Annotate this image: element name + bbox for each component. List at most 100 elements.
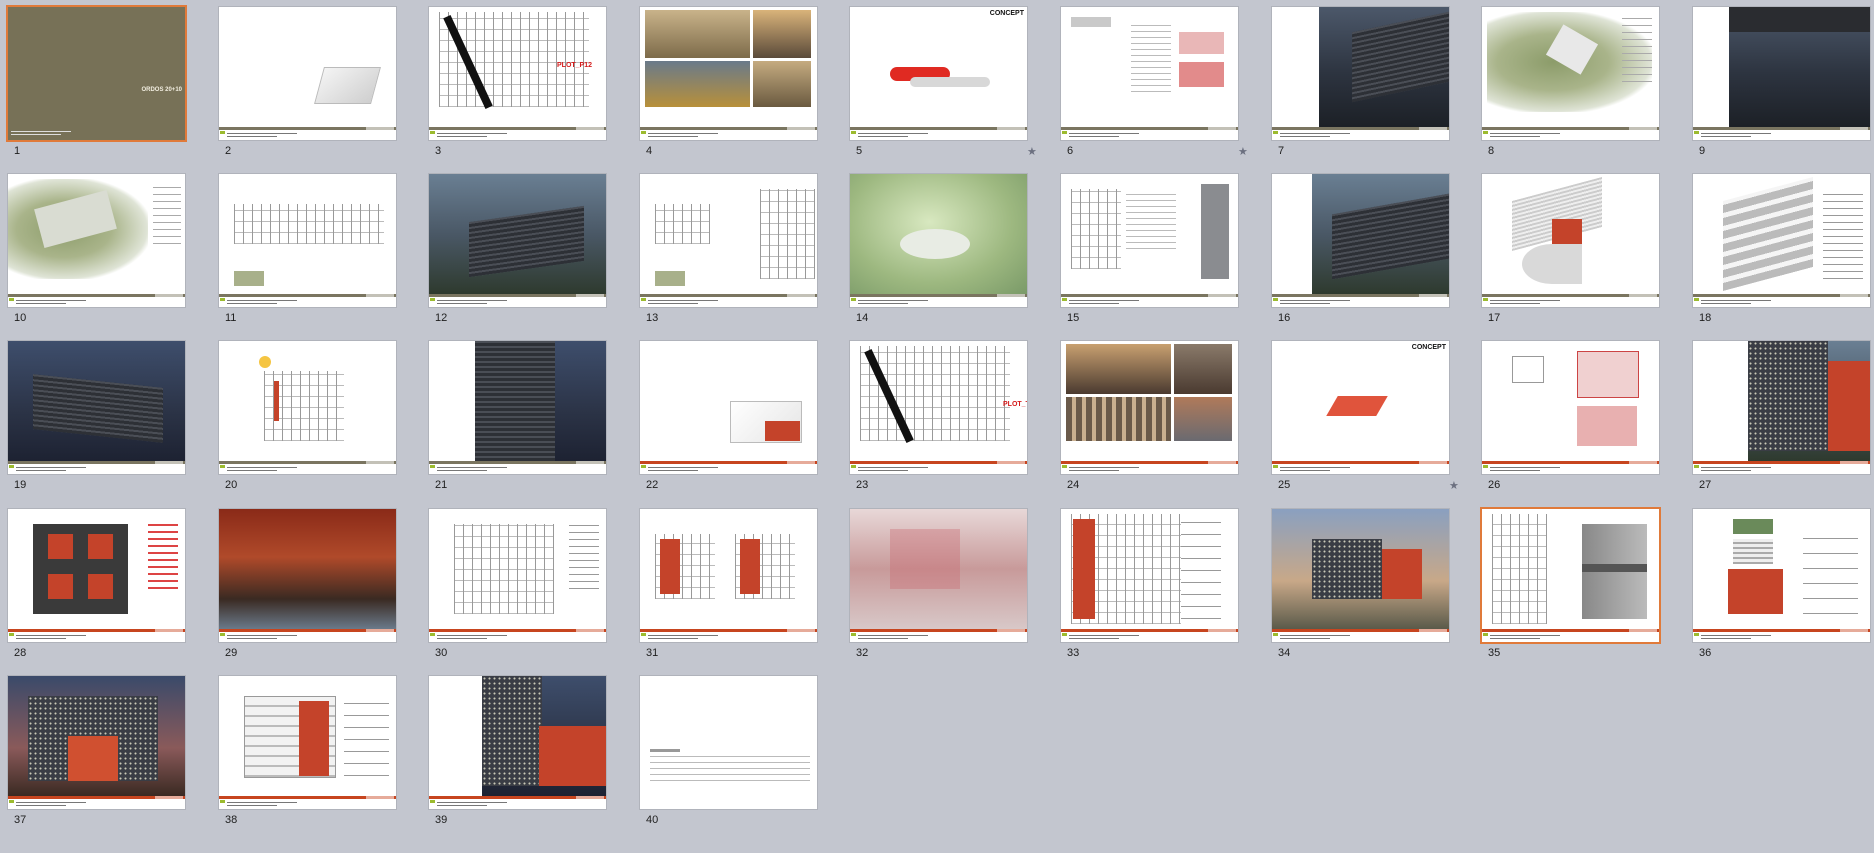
slide-preview[interactable]: [219, 508, 396, 642]
slide-preview[interactable]: [1061, 174, 1238, 308]
slide-preview[interactable]: [1061, 508, 1238, 642]
star-icon[interactable]: ★: [1238, 145, 1248, 158]
slide-footer: [429, 628, 606, 642]
slide-thumbnail-30[interactable]: 30: [421, 502, 631, 669]
slide-footer: [1693, 127, 1870, 140]
slide-footer: [219, 628, 396, 642]
slide-thumbnail-17[interactable]: 17: [1474, 167, 1684, 334]
slide-preview[interactable]: [219, 675, 396, 809]
slide-thumbnail-16[interactable]: 16: [1264, 167, 1474, 334]
slide-preview[interactable]: [1693, 7, 1870, 140]
slide-thumbnail-31[interactable]: 31: [632, 502, 842, 669]
slide-thumbnail-29[interactable]: 29: [211, 502, 421, 669]
slide-thumbnail-1[interactable]: ORDOS 20+10 1: [0, 0, 210, 167]
slide-footer: [1482, 294, 1659, 308]
slide-thumbnail-11[interactable]: 11: [211, 167, 421, 334]
slide-thumbnail-28[interactable]: 28: [0, 502, 210, 669]
slide-thumbnail-25[interactable]: CONCEPT 25 ★: [1264, 334, 1474, 501]
slide-thumbnail-10[interactable]: 10: [0, 167, 210, 334]
slide-thumbnail-13[interactable]: 13: [632, 167, 842, 334]
slide-preview[interactable]: [1482, 7, 1659, 140]
slide-thumbnail-32[interactable]: 32: [842, 502, 1052, 669]
slide-thumbnail-36[interactable]: 36: [1685, 502, 1874, 669]
slide-thumbnail-37[interactable]: 37: [0, 669, 210, 836]
red-face: [765, 421, 800, 442]
slide-preview[interactable]: [640, 675, 817, 809]
slide-thumbnail-20[interactable]: 20: [211, 334, 421, 501]
legend: [1823, 189, 1863, 280]
slide-thumbnail-4[interactable]: 4: [632, 0, 842, 167]
slide-preview[interactable]: [429, 675, 606, 809]
slide-thumbnail-15[interactable]: 15: [1053, 167, 1263, 334]
slide-thumbnail-5[interactable]: CONCEPT 5 ★: [842, 0, 1052, 167]
slide-preview[interactable]: [1482, 341, 1659, 475]
slide-preview[interactable]: [219, 174, 396, 308]
slide-thumbnail-8[interactable]: 8: [1474, 0, 1684, 167]
photo-rock: [1174, 344, 1232, 395]
slide-thumbnail-27[interactable]: 27: [1685, 334, 1874, 501]
slide-thumbnail-21[interactable]: 21: [421, 334, 631, 501]
slide-preview[interactable]: [219, 7, 396, 140]
star-icon[interactable]: ★: [1027, 145, 1037, 158]
slide-footer: [640, 461, 817, 475]
slide-preview[interactable]: [1693, 341, 1870, 475]
slide-thumbnail-3[interactable]: PLOT_P12 3: [421, 0, 631, 167]
slide-footer: [429, 461, 606, 475]
slide-preview[interactable]: [640, 174, 817, 308]
slide-preview[interactable]: [1482, 174, 1659, 308]
slide-preview[interactable]: [1693, 508, 1870, 642]
slide-preview[interactable]: [8, 675, 185, 809]
slide-preview[interactable]: [1482, 508, 1659, 642]
red-panel: [299, 700, 329, 776]
slide-thumbnail-2[interactable]: 2: [211, 0, 421, 167]
slide-number: 30: [435, 646, 448, 659]
slide-preview[interactable]: [850, 508, 1027, 642]
slide-preview[interactable]: [1693, 174, 1870, 308]
star-icon[interactable]: ★: [1449, 479, 1459, 492]
slide-thumbnail-6[interactable]: 6 ★: [1053, 0, 1263, 167]
slide-thumbnail-39[interactable]: 39: [421, 669, 631, 836]
slide-preview[interactable]: [219, 341, 396, 475]
slide-thumbnail-23[interactable]: PLOT_T6 23: [842, 334, 1052, 501]
slide-footer: [429, 127, 606, 140]
slide-preview[interactable]: PLOT_P12: [429, 7, 606, 140]
slide-preview[interactable]: [429, 174, 606, 308]
slide-thumbnail-24[interactable]: 24: [1053, 334, 1263, 501]
slide-preview[interactable]: [8, 174, 185, 308]
slide-preview[interactable]: CONCEPT: [1272, 341, 1449, 475]
photo-rock: [753, 10, 811, 58]
slide-thumbnail-26[interactable]: 26: [1474, 334, 1684, 501]
slide-preview[interactable]: [1061, 341, 1238, 475]
slide-preview[interactable]: PLOT_T6: [850, 341, 1027, 475]
slide-preview[interactable]: [1272, 508, 1449, 642]
slide-thumbnail-22[interactable]: 22: [632, 334, 842, 501]
slide-preview[interactable]: CONCEPT: [850, 7, 1027, 140]
slide-preview[interactable]: ORDOS 20+10: [8, 7, 185, 140]
slide-preview[interactable]: [640, 508, 817, 642]
slide-preview[interactable]: [850, 174, 1027, 308]
slide-preview[interactable]: [1272, 7, 1449, 140]
slide-thumbnail-38[interactable]: 38: [211, 669, 421, 836]
slide-preview[interactable]: [640, 7, 817, 140]
slide-thumbnail-34[interactable]: 34: [1264, 502, 1474, 669]
slide-thumbnail-35[interactable]: 35: [1474, 502, 1684, 669]
slide-preview[interactable]: [1061, 7, 1238, 140]
slide-preview[interactable]: [429, 508, 606, 642]
slide-number: 28: [14, 646, 27, 659]
slide-thumbnail-40[interactable]: 40: [632, 669, 842, 836]
slide-preview[interactable]: [429, 341, 606, 475]
slide-preview[interactable]: [8, 508, 185, 642]
slide-thumbnail-12[interactable]: 12: [421, 167, 631, 334]
slide-thumbnail-14[interactable]: 14: [842, 167, 1052, 334]
slide-number: 15: [1067, 312, 1080, 325]
slide-thumbnail-33[interactable]: 33: [1053, 502, 1263, 669]
green-roof: [1733, 518, 1773, 534]
slide-thumbnail-18[interactable]: 18: [1685, 167, 1874, 334]
slide-thumbnail-9[interactable]: 9: [1685, 0, 1874, 167]
slide-number: 37: [14, 813, 27, 826]
slide-thumbnail-7[interactable]: 7: [1264, 0, 1474, 167]
slide-preview[interactable]: [640, 341, 817, 475]
slide-preview[interactable]: [1272, 174, 1449, 308]
slide-preview[interactable]: [8, 341, 185, 475]
slide-thumbnail-19[interactable]: 19: [0, 334, 210, 501]
